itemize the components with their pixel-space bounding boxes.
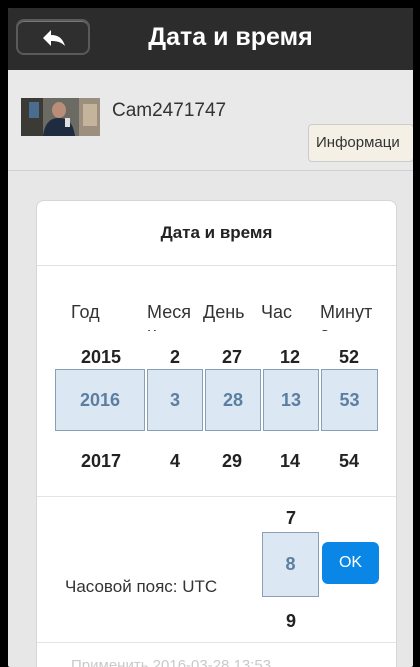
camera-thumbnail [21, 98, 100, 136]
timezone-next[interactable]: 9 [262, 611, 320, 632]
day-next[interactable]: 29 [204, 451, 260, 472]
month-next[interactable]: 4 [147, 451, 203, 472]
app-frame: Дата и время Cam2471747 Информаци Дата и… [8, 8, 413, 667]
back-button[interactable] [16, 19, 90, 55]
datetime-dialog: Дата и время Год Месяц День Час Минута 2… [36, 200, 397, 667]
year-prev[interactable]: 2015 [73, 347, 129, 368]
minute-next[interactable]: 54 [321, 451, 377, 472]
camera-row[interactable]: Cam2471747 Информаци [8, 70, 413, 171]
arrow-left-icon [43, 30, 65, 46]
column-header-month: Месяц [147, 302, 191, 331]
day-prev[interactable]: 27 [204, 347, 260, 368]
month-selected[interactable]: 3 [147, 369, 203, 431]
page-title: Дата и время [148, 23, 313, 51]
column-header-hour: Час [261, 302, 293, 322]
hour-selected[interactable]: 13 [263, 369, 319, 431]
camera-name: Cam2471747 [112, 100, 227, 121]
year-next[interactable]: 2017 [73, 451, 129, 472]
minute-selected[interactable]: 53 [321, 369, 378, 431]
apply-row[interactable]: Применить 2016-03-28 13:53 [71, 657, 271, 667]
hour-prev[interactable]: 12 [262, 347, 318, 368]
ok-button[interactable]: OK [322, 542, 379, 584]
divider [37, 642, 396, 643]
dialog-title: Дата и время [37, 201, 396, 266]
header-bar: Дата и время [8, 8, 413, 71]
minute-prev[interactable]: 52 [321, 347, 377, 368]
divider [37, 496, 396, 497]
column-header-day: День [203, 302, 245, 322]
timezone-selected[interactable]: 8 [262, 532, 319, 597]
column-header-minute: Минута [320, 302, 373, 331]
month-prev[interactable]: 2 [147, 347, 203, 368]
info-button[interactable]: Информаци [308, 124, 413, 162]
day-selected[interactable]: 28 [205, 369, 261, 431]
timezone-prev[interactable]: 7 [262, 508, 320, 529]
timezone-label: Часовой пояс: UTC [65, 577, 218, 596]
year-selected[interactable]: 2016 [55, 369, 145, 431]
column-header-year: Год [71, 302, 100, 322]
hour-next[interactable]: 14 [262, 451, 318, 472]
